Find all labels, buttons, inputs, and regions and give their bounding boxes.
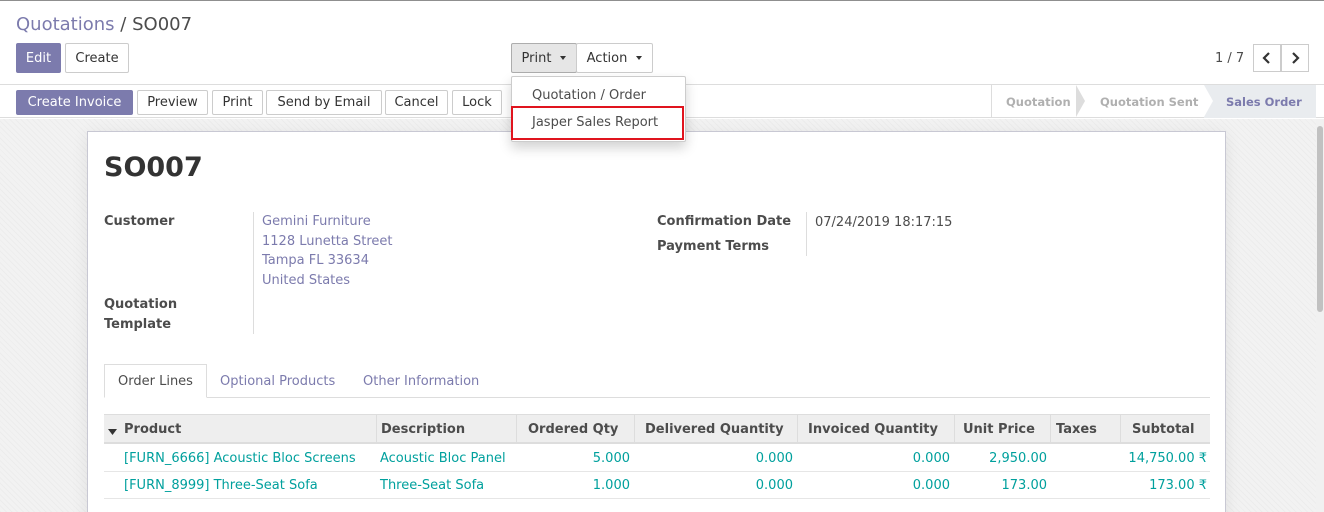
- quotation-template-label: Quotation Template: [104, 295, 177, 335]
- row-invoiced-qty: 0.000: [912, 478, 950, 493]
- tab-other-information[interactable]: Other Information: [363, 364, 479, 398]
- highlight-box: [511, 106, 684, 140]
- row-ordered-qty: 5.000: [592, 451, 630, 466]
- row-unit-price: 2,950.00: [989, 451, 1047, 466]
- send-by-email-button[interactable]: Send by Email: [266, 90, 382, 115]
- customer-city: Tampa FL 33634: [262, 253, 369, 269]
- payment-terms-label: Payment Terms: [657, 239, 770, 254]
- table-row[interactable]: [FURN_6666] Acoustic Bloc Screens Acoust…: [104, 445, 1210, 472]
- breadcrumb-quotations-link[interactable]: Quotations: [16, 14, 115, 35]
- pager-next-button[interactable]: [1281, 44, 1309, 72]
- row-unit-price: 173.00: [1001, 478, 1048, 493]
- create-invoice-button[interactable]: Create Invoice: [16, 90, 133, 115]
- cancel-button[interactable]: Cancel: [385, 90, 448, 115]
- column-header-invoiced-quantity[interactable]: Invoiced Quantity: [797, 415, 954, 443]
- stage-divider: [991, 85, 992, 118]
- action-dropdown-label: Action: [586, 50, 628, 66]
- column-header-description[interactable]: Description: [376, 415, 516, 443]
- field-divider: [806, 212, 807, 256]
- table-row[interactable]: [FURN_8999] Three-Seat Sofa Three-Seat S…: [104, 472, 1210, 499]
- customer-name-link[interactable]: Gemini Furniture: [262, 212, 393, 232]
- caret-down-icon: [560, 56, 567, 60]
- customer-label: Customer: [104, 214, 175, 229]
- pager-value[interactable]: 1 / 7: [1215, 51, 1244, 66]
- order-title: SO007: [104, 152, 203, 183]
- order-lines-header: Product Description Ordered Qty Delivere…: [104, 414, 1210, 444]
- scrollbar-thumb[interactable]: [1317, 126, 1323, 312]
- stage-quotation-sent[interactable]: Quotation Sent: [1100, 85, 1198, 118]
- column-header-unit-price[interactable]: Unit Price: [954, 415, 1050, 443]
- column-header-delivered-quantity[interactable]: Delivered Quantity: [634, 415, 797, 443]
- menu-item-quotation-order[interactable]: Quotation / Order: [532, 88, 646, 103]
- lock-button[interactable]: Lock: [452, 90, 502, 115]
- print-dropdown-button[interactable]: Print: [511, 43, 577, 73]
- tab-optional-products[interactable]: Optional Products: [220, 364, 335, 398]
- confirmation-date-label: Confirmation Date: [657, 214, 792, 229]
- chevron-right-icon: [1292, 52, 1300, 64]
- quotation-template-label-line1: Quotation: [104, 297, 178, 312]
- caret-down-icon: [636, 56, 643, 60]
- breadcrumb-current: SO007: [132, 14, 193, 35]
- row-subtotal: 173.00 ₹: [1149, 478, 1207, 493]
- pager-previous-button[interactable]: [1253, 44, 1281, 72]
- row-subtotal: 14,750.00 ₹: [1128, 451, 1207, 466]
- column-header-subtotal[interactable]: Subtotal: [1120, 415, 1210, 443]
- stage-quotation[interactable]: Quotation: [1006, 85, 1071, 118]
- row-ordered-qty: 1.000: [592, 478, 630, 493]
- stage-separator: [1076, 85, 1085, 117]
- row-product: [FURN_6666] Acoustic Bloc Screens: [124, 451, 356, 466]
- row-invoiced-qty: 0.000: [912, 451, 950, 466]
- customer-street: 1128 Lunetta Street: [262, 233, 393, 249]
- tab-order-lines[interactable]: Order Lines: [104, 364, 207, 398]
- row-product: [FURN_8999] Three-Seat Sofa: [124, 478, 318, 493]
- chevron-left-icon: [1262, 52, 1270, 64]
- column-header-taxes[interactable]: Taxes: [1050, 415, 1120, 443]
- quotation-template-label-line2: Template: [104, 317, 172, 332]
- caret-down-icon: [108, 429, 117, 435]
- column-header-ordered-qty[interactable]: Ordered Qty: [516, 415, 634, 443]
- create-button[interactable]: Create: [65, 43, 129, 73]
- row-delivered-qty: 0.000: [755, 478, 793, 493]
- breadcrumb-separator: /: [120, 14, 127, 35]
- customer-country: United States: [262, 273, 351, 289]
- row-description: Acoustic Bloc Panel: [380, 451, 506, 466]
- column-header-product[interactable]: Product: [124, 415, 374, 443]
- confirmation-date-value: 07/24/2019 18:17:15: [815, 215, 953, 230]
- top-border: [0, 0, 1324, 1]
- preview-button[interactable]: Preview: [137, 90, 208, 115]
- sort-caret-icon[interactable]: [108, 425, 117, 440]
- print-dropdown-label: Print: [521, 50, 552, 66]
- row-description: Three-Seat Sofa: [380, 478, 485, 493]
- row-delivered-qty: 0.000: [755, 451, 793, 466]
- edit-button[interactable]: Edit: [16, 43, 61, 73]
- statusbar-print-button[interactable]: Print: [212, 90, 263, 115]
- breadcrumb: Quotations / SO007: [16, 14, 192, 35]
- customer-address: Gemini Furniture 1128 Lunetta Street Tam…: [262, 212, 393, 291]
- stage-sales-order[interactable]: Sales Order: [1204, 85, 1316, 118]
- action-dropdown-button[interactable]: Action: [576, 43, 653, 73]
- stage-separator: [1204, 85, 1213, 117]
- field-divider: [253, 212, 254, 334]
